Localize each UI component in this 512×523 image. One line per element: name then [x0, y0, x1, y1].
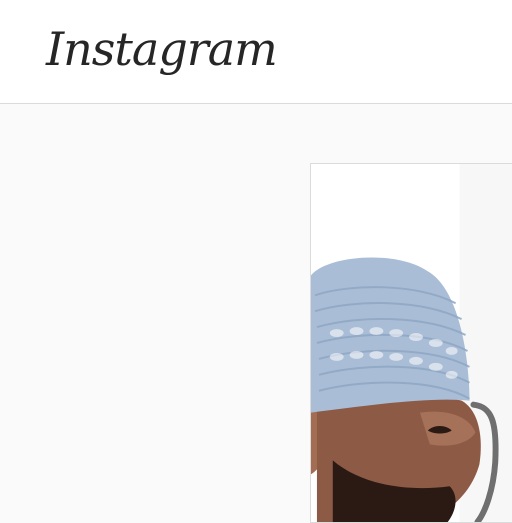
feed-area — [0, 104, 512, 523]
post-card — [310, 163, 512, 523]
instagram-logo[interactable]: Instagram — [46, 10, 278, 88]
top-navigation-bar: Instagram — [0, 0, 512, 104]
post-photo[interactable] — [311, 164, 512, 522]
